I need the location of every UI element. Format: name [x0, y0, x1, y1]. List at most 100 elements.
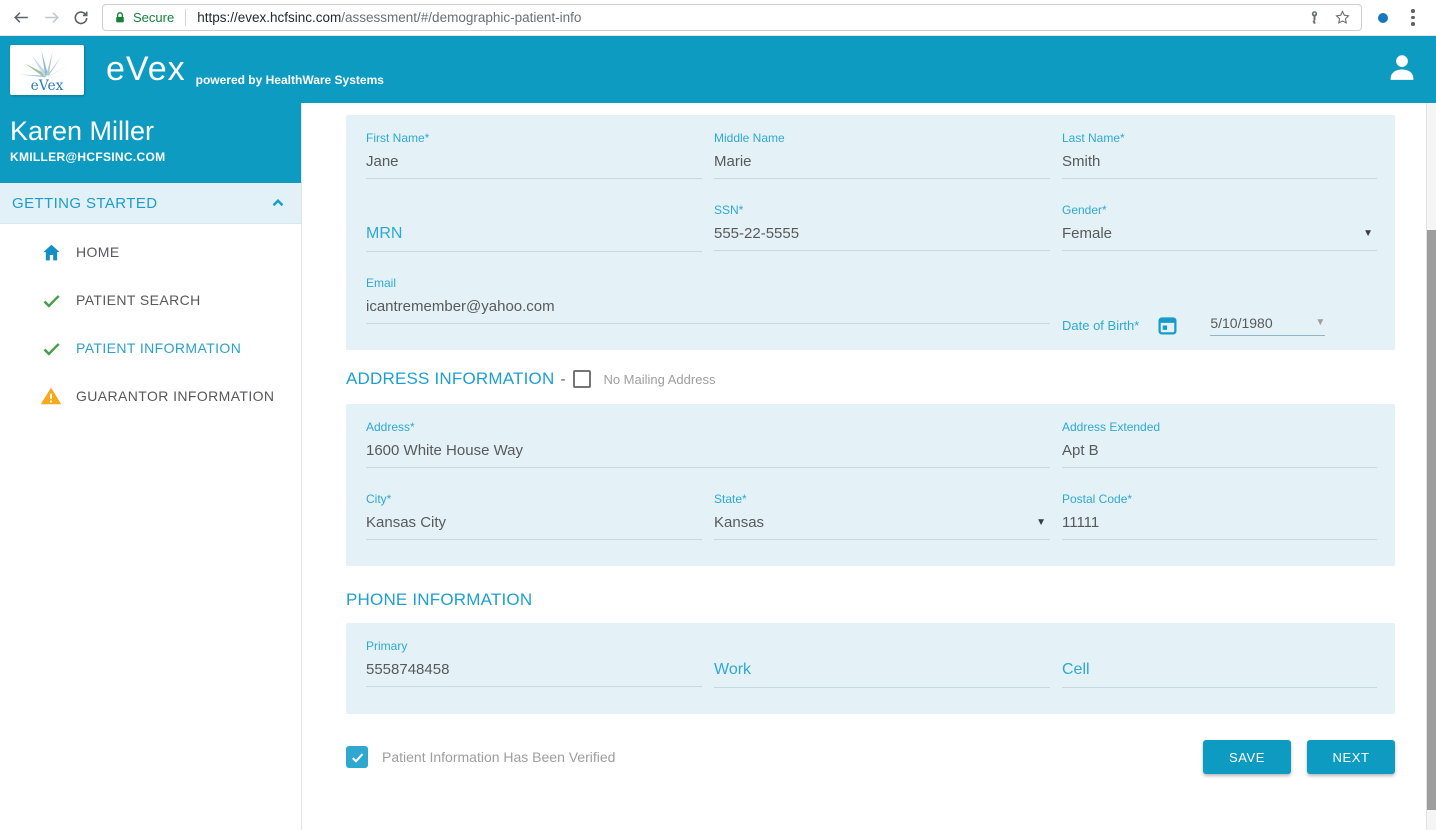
gender-label: Gender* [1062, 203, 1107, 217]
demographics-panel: First Name* Jane Middle Name Marie Last … [346, 115, 1395, 350]
first-name-input[interactable]: Jane [366, 146, 702, 179]
check-icon [40, 337, 62, 359]
primary-phone-field: Primary 5558748458 [366, 639, 702, 688]
vertical-scrollbar[interactable] [1426, 103, 1436, 830]
account-person-icon[interactable] [1386, 51, 1418, 88]
evex-logo: eVex [10, 44, 84, 95]
city-field: City* Kansas City [366, 492, 702, 540]
secure-label: Secure [133, 10, 175, 25]
middle-name-field: Middle Name Marie [714, 131, 1050, 179]
work-phone-field: Work [714, 639, 1050, 688]
bookmark-star-icon[interactable] [1334, 9, 1351, 26]
primary-phone-input[interactable]: 5558748458 [366, 654, 702, 687]
ssn-label: SSN* [714, 203, 744, 217]
dob-label: Date of Birth* [1062, 317, 1140, 333]
dropdown-caret-icon: ▼ [1363, 228, 1373, 239]
postal-code-input[interactable]: 11111 [1062, 507, 1377, 540]
address-extended-label: Address Extended [1062, 420, 1161, 434]
sidebar-nav: HOME PATIENT SEARCH PATIENT INFORMATION … [0, 224, 301, 420]
gender-select[interactable]: Female ▼ [1062, 218, 1377, 251]
address-extended-field: Address Extended Apt B [1062, 420, 1377, 468]
back-icon[interactable] [6, 3, 36, 33]
user-email: KMILLER@HCFSINC.COM [10, 150, 166, 164]
middle-name-input[interactable]: Marie [714, 146, 1050, 179]
last-name-input[interactable]: Smith [1062, 146, 1377, 179]
address-panel: Address* 1600 White House Way Address Ex… [346, 404, 1395, 566]
email-input[interactable]: icantremember@yahoo.com [366, 291, 1050, 324]
logo-word: eVex [31, 78, 64, 93]
chevron-up-icon [269, 194, 287, 212]
scrollbar-thumb[interactable] [1427, 230, 1436, 810]
last-name-field: Last Name* Smith [1062, 131, 1377, 179]
city-input[interactable]: Kansas City [366, 507, 702, 540]
warning-icon [40, 385, 62, 407]
app-header: eVex eVex powered by HealthWare Systems [0, 36, 1436, 103]
address-input[interactable]: 1600 White House Way [366, 435, 1050, 468]
phone-section-title: PHONE INFORMATION [346, 590, 533, 609]
user-block: Karen Miller KMILLER@HCFSINC.COM [0, 103, 301, 183]
email-field: Email icantremember@yahoo.com [366, 276, 1050, 324]
state-field: State* Kansas ▼ [714, 492, 1050, 540]
app-tagline: powered by HealthWare Systems [195, 72, 384, 87]
sidebar: Karen Miller KMILLER@HCFSINC.COM GETTING… [0, 103, 302, 830]
state-select[interactable]: Kansas ▼ [714, 507, 1050, 540]
ssn-field: SSN* 555-22-5555 [714, 203, 1050, 252]
no-mailing-checkbox[interactable] [573, 370, 592, 388]
sidebar-item-patient-information[interactable]: PATIENT INFORMATION [0, 324, 301, 372]
home-icon [40, 241, 62, 263]
verified-checkbox[interactable] [346, 746, 368, 768]
first-name-label: First Name* [366, 131, 430, 145]
work-phone-input[interactable]: Work [714, 654, 1050, 688]
phone-panel: Primary 5558748458 Work Cell [346, 623, 1395, 714]
sidebar-item-patient-search[interactable]: PATIENT SEARCH [0, 276, 301, 324]
dob-field: Date of Birth* 5/10/1980 ▼ [1062, 302, 1377, 348]
sidebar-item-guarantor-information[interactable]: GUARANTOR INFORMATION [0, 372, 301, 420]
address-extended-input[interactable]: Apt B [1062, 435, 1377, 468]
postal-code-field: Postal Code* 11111 [1062, 492, 1377, 540]
cell-phone-input[interactable]: Cell [1062, 654, 1377, 688]
url-path: /assessment/#/demographic-patient-info [341, 10, 582, 25]
mrn-field: MRN [366, 203, 702, 252]
dob-select[interactable]: 5/10/1980 ▼ [1210, 315, 1326, 336]
ssn-input[interactable]: 555-22-5555 [714, 218, 1050, 251]
url-origin: https://evex.hcfsinc.com [197, 10, 342, 25]
mrn-input[interactable]: MRN [366, 218, 702, 252]
phone-section-header: PHONE INFORMATION [346, 590, 1395, 610]
postal-code-label: Postal Code* [1062, 492, 1133, 506]
verified-label: Patient Information Has Been Verified [382, 749, 616, 765]
first-name-field: First Name* Jane [366, 131, 702, 179]
browser-menu-icon[interactable] [1398, 3, 1428, 33]
dropdown-caret-icon: ▼ [1036, 517, 1046, 528]
getting-started-header[interactable]: GETTING STARTED [0, 183, 301, 224]
address-section-title: ADDRESS INFORMATION [346, 369, 555, 388]
reload-icon[interactable] [66, 3, 96, 33]
url-separator [185, 9, 187, 26]
address-bar[interactable]: Secure https://evex.hcfsinc.com/assessme… [102, 4, 1362, 31]
forward-icon[interactable] [36, 3, 66, 33]
primary-phone-label: Primary [366, 639, 408, 653]
app-name: eVex [106, 50, 186, 88]
sidebar-item-home[interactable]: HOME [0, 228, 301, 276]
next-button[interactable]: NEXT [1307, 740, 1395, 774]
address-label: Address* [366, 420, 415, 434]
form-footer: Patient Information Has Been Verified SA… [346, 740, 1395, 774]
check-icon [40, 289, 62, 311]
address-field: Address* 1600 White House Way [366, 420, 1050, 468]
password-key-icon[interactable] [1307, 10, 1322, 25]
last-name-label: Last Name* [1062, 131, 1125, 145]
extension-icon[interactable] [1368, 3, 1398, 33]
getting-started-label: GETTING STARTED [12, 194, 158, 212]
save-button[interactable]: SAVE [1203, 740, 1291, 774]
calendar-icon[interactable] [1157, 315, 1178, 336]
email-label: Email [366, 276, 397, 290]
cell-phone-field: Cell [1062, 639, 1377, 688]
dropdown-caret-icon: ▼ [1315, 317, 1326, 328]
city-label: City* [366, 492, 392, 506]
user-name: Karen Miller [10, 116, 155, 146]
sidebar-item-label: PATIENT SEARCH [76, 292, 201, 308]
sidebar-item-label: HOME [76, 244, 120, 260]
sidebar-item-label: GUARANTOR INFORMATION [76, 388, 275, 404]
browser-toolbar: Secure https://evex.hcfsinc.com/assessme… [0, 0, 1436, 36]
padlock-icon [113, 11, 127, 25]
sidebar-item-label: PATIENT INFORMATION [76, 340, 242, 356]
